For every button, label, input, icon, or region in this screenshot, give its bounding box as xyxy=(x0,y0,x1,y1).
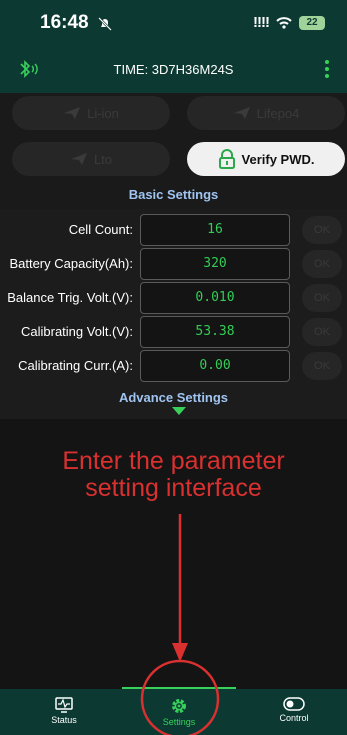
tab-control[interactable]: Control xyxy=(254,697,334,723)
battery-type-lifepo4[interactable]: Lifepo4 xyxy=(187,96,345,130)
tab-settings[interactable]: Settings xyxy=(139,697,219,727)
app-header: 16:48 !!!! 22 TIME: 3D7H36M24S xyxy=(0,0,347,93)
cell-count-input[interactable]: 16 xyxy=(140,214,290,246)
battery-type-li-ion[interactable]: Li-ion xyxy=(12,96,170,130)
gear-icon xyxy=(172,699,186,713)
toggle-icon xyxy=(283,697,305,711)
lock-icon xyxy=(218,149,235,169)
tab-label: Settings xyxy=(162,717,196,727)
annotation-text: Enter the parameter setting interface xyxy=(0,448,347,502)
bottom-tab-bar: Status Settings Control xyxy=(0,689,347,735)
tab-status[interactable]: Status xyxy=(24,697,104,725)
cell-count-ok-button[interactable]: OK xyxy=(302,216,342,244)
advance-settings-toggle[interactable]: Advance Settings xyxy=(0,389,347,419)
battery-type-label: Li-ion xyxy=(87,105,119,121)
setting-label: Battery Capacity(Ah): xyxy=(9,256,133,271)
bell-slash-icon xyxy=(98,17,112,31)
monitor-icon xyxy=(55,697,73,713)
setting-label: Calibrating Volt.(V): xyxy=(21,324,133,339)
send-icon xyxy=(70,153,87,165)
calibrating-volt-ok-button[interactable]: OK xyxy=(302,318,342,346)
setting-label: Cell Count: xyxy=(68,222,133,237)
setting-row-battery-capacity: Battery Capacity(Ah): 320 OK xyxy=(0,247,347,281)
battery-capacity-input[interactable]: 320 xyxy=(140,248,290,280)
tab-label: Control xyxy=(279,713,309,723)
calibrating-curr-input[interactable]: 0.00 xyxy=(140,350,290,382)
battery-icon: 22 xyxy=(299,15,325,30)
setting-row-cell-count: Cell Count: 16 OK xyxy=(0,213,347,247)
balance-trig-volt-input[interactable]: 0.010 xyxy=(140,282,290,314)
setting-label: Calibrating Curr.(A): xyxy=(18,358,133,373)
setting-row-balance-trig-volt: Balance Trig. Volt.(V): 0.010 OK xyxy=(0,281,347,315)
send-icon xyxy=(64,107,81,119)
send-icon xyxy=(233,107,250,119)
verify-password-button[interactable]: Verify PWD. xyxy=(187,142,345,176)
wifi-icon xyxy=(276,16,292,29)
calibrating-curr-ok-button[interactable]: OK xyxy=(302,352,342,380)
basic-settings-title: Basic Settings xyxy=(128,187,219,202)
expand-arrow-icon xyxy=(172,407,186,415)
battery-type-label: Lifepo4 xyxy=(256,105,300,121)
setting-row-calibrating-volt: Calibrating Volt.(V): 53.38 OK xyxy=(0,315,347,349)
page-title: TIME: 3D7H36M24S xyxy=(113,62,234,77)
setting-row-calibrating-curr: Calibrating Curr.(A): 0.00 OK xyxy=(0,349,347,383)
more-options-icon[interactable] xyxy=(325,60,329,81)
battery-type-label: Lto xyxy=(93,151,113,167)
balance-trig-volt-ok-button[interactable]: OK xyxy=(302,284,342,312)
status-time: 16:48 xyxy=(40,12,89,33)
annotation-line-1: Enter the parameter xyxy=(62,447,285,475)
tab-label: Status xyxy=(51,715,77,725)
setting-label: Balance Trig. Volt.(V): xyxy=(7,290,133,305)
calibrating-volt-input[interactable]: 53.38 xyxy=(140,316,290,348)
battery-type-lto[interactable]: Lto xyxy=(12,142,170,176)
annotation-line-2: setting interface xyxy=(85,474,262,502)
status-indicators: !!!! 22 xyxy=(253,14,325,31)
battery-capacity-ok-button[interactable]: OK xyxy=(302,250,342,278)
verify-password-label: Verify PWD. xyxy=(241,151,315,167)
advance-settings-title: Advance Settings xyxy=(118,390,229,405)
signal-icon: !!!! xyxy=(253,14,270,31)
